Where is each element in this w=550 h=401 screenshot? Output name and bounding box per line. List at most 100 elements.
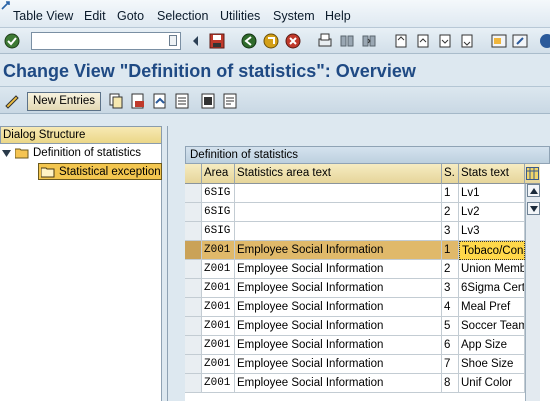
column-header-statistics-area-text[interactable]: Statistics area text — [235, 164, 442, 184]
s-cell: 3 — [442, 222, 459, 241]
stats-text-cell[interactable]: Meal Pref — [459, 298, 525, 317]
row-selector[interactable] — [185, 222, 202, 241]
find-next-icon[interactable] — [360, 32, 378, 50]
display-change-icon[interactable] — [3, 92, 21, 110]
exit-icon[interactable] — [262, 32, 280, 50]
s-cell: 1 — [442, 241, 459, 260]
stats-text-cell[interactable]: Soccer Team — [459, 317, 525, 336]
s-cell: 6 — [442, 336, 459, 355]
cancel-icon[interactable] — [284, 32, 302, 50]
copy-as-icon[interactable] — [107, 92, 125, 110]
shortcut-icon[interactable] — [511, 32, 529, 50]
command-history-icon[interactable] — [169, 35, 177, 46]
stats-text-cell[interactable]: Lv2 — [459, 203, 525, 222]
s-cell: 2 — [442, 260, 459, 279]
area-text-cell: Employee Social Information — [235, 260, 442, 279]
scroll-up-button[interactable] — [527, 184, 540, 197]
menu-selection[interactable]: Selection — [157, 9, 208, 23]
first-page-icon[interactable] — [392, 32, 410, 50]
new-entries-button[interactable]: New Entries — [27, 92, 101, 111]
area-cell: Z001 — [202, 279, 235, 298]
area-cell: Z001 — [202, 336, 235, 355]
s-cell: 7 — [442, 355, 459, 374]
enter-checkmark-icon[interactable] — [3, 32, 21, 50]
undo-change-icon[interactable] — [151, 92, 169, 110]
table-settings-button[interactable] — [525, 164, 540, 184]
menu-table-view[interactable]: Table View — [13, 9, 73, 23]
stats-text-cell[interactable]: Lv3 — [459, 222, 525, 241]
row-selector[interactable] — [185, 260, 202, 279]
standard-toolbar — [0, 28, 550, 54]
select-all-icon[interactable] — [173, 92, 191, 110]
stats-text-cell[interactable]: Union Membership — [459, 260, 525, 279]
menu-help[interactable]: Help — [325, 9, 351, 23]
stats-text-cell[interactable]: App Size — [459, 336, 525, 355]
folder-icon — [41, 167, 55, 178]
column-header-stats-text[interactable]: Stats text — [459, 164, 525, 184]
row-selector[interactable] — [185, 374, 202, 393]
menu-utilities[interactable]: Utilities — [220, 9, 260, 23]
row-selector[interactable] — [185, 298, 202, 317]
row-selector[interactable] — [185, 279, 202, 298]
select-all-column-head[interactable] — [185, 164, 202, 184]
help-icon[interactable] — [538, 32, 550, 50]
area-cell: Z001 — [202, 317, 235, 336]
row-selector[interactable] — [185, 184, 202, 203]
row-selector[interactable] — [185, 317, 202, 336]
area-cell: Z001 — [202, 355, 235, 374]
area-cell: Z001 — [202, 241, 235, 260]
menu-system[interactable]: System — [273, 9, 315, 23]
row-selector[interactable] — [185, 241, 202, 260]
stats-text-cell[interactable]: Shoe Size — [459, 355, 525, 374]
row-selector[interactable] — [185, 336, 202, 355]
vertical-scrollbar[interactable] — [525, 184, 540, 401]
scroll-down-button[interactable] — [527, 202, 540, 215]
area-text-cell: Employee Social Information — [235, 355, 442, 374]
panel-splitter[interactable] — [163, 126, 168, 401]
tree-node-statistical-exceptions[interactable]: Statistical exceptions — [38, 163, 162, 180]
next-page-icon[interactable] — [436, 32, 454, 50]
menu-edit[interactable]: Edit — [84, 9, 106, 23]
collapse-arrow-icon[interactable] — [187, 32, 205, 50]
save-icon[interactable] — [208, 32, 226, 50]
area-text-cell: Employee Social Information — [235, 336, 442, 355]
row-selector[interactable] — [185, 203, 202, 222]
deselect-all-icon[interactable] — [221, 92, 239, 110]
command-input[interactable] — [32, 33, 162, 49]
sap-window-icon[interactable] — [1, 0, 11, 10]
area-cell: 6SIG — [202, 203, 235, 222]
area-text-cell — [235, 184, 442, 203]
stats-text-cell[interactable]: Tobaco/Consumption — [459, 241, 525, 260]
s-cell: 2 — [442, 203, 459, 222]
find-icon[interactable] — [338, 32, 356, 50]
print-icon[interactable] — [316, 32, 334, 50]
area-text-cell: Employee Social Information — [235, 317, 442, 336]
dialog-structure-header: Dialog Structure — [0, 126, 162, 144]
stats-text-cell[interactable]: Unif Color — [459, 374, 525, 393]
previous-page-icon[interactable] — [414, 32, 432, 50]
back-icon[interactable] — [240, 32, 258, 50]
command-field[interactable] — [31, 32, 181, 50]
row-selector[interactable] — [185, 355, 202, 374]
stats-text-cell[interactable]: Lv1 — [459, 184, 525, 203]
s-cell: 5 — [442, 317, 459, 336]
area-text-cell: Employee Social Information — [235, 374, 442, 393]
dialog-structure-panel: Dialog Structure Definition of statistic… — [0, 126, 162, 401]
tree-expand-icon[interactable] — [2, 150, 11, 157]
tree-node-label: Statistical exceptions — [59, 166, 162, 178]
menu-goto[interactable]: Goto — [117, 9, 144, 23]
title-bar: Change View "Definition of statistics": … — [0, 54, 550, 86]
create-session-icon[interactable] — [490, 32, 508, 50]
page-title: Change View "Definition of statistics": … — [3, 61, 416, 81]
arrow-up-icon — [530, 188, 538, 194]
delete-icon[interactable] — [129, 92, 147, 110]
folder-open-icon — [15, 148, 29, 159]
column-header-s[interactable]: S. — [442, 164, 459, 184]
stats-text-cell[interactable]: 6Sigma Certification — [459, 279, 525, 298]
area-cell: 6SIG — [202, 184, 235, 203]
table-settings-icon — [526, 167, 539, 180]
select-block-icon[interactable] — [199, 92, 217, 110]
last-page-icon[interactable] — [458, 32, 476, 50]
column-header-area[interactable]: Area — [202, 164, 235, 184]
statistics-table: Area Statistics area text S. Stats text … — [185, 164, 550, 401]
